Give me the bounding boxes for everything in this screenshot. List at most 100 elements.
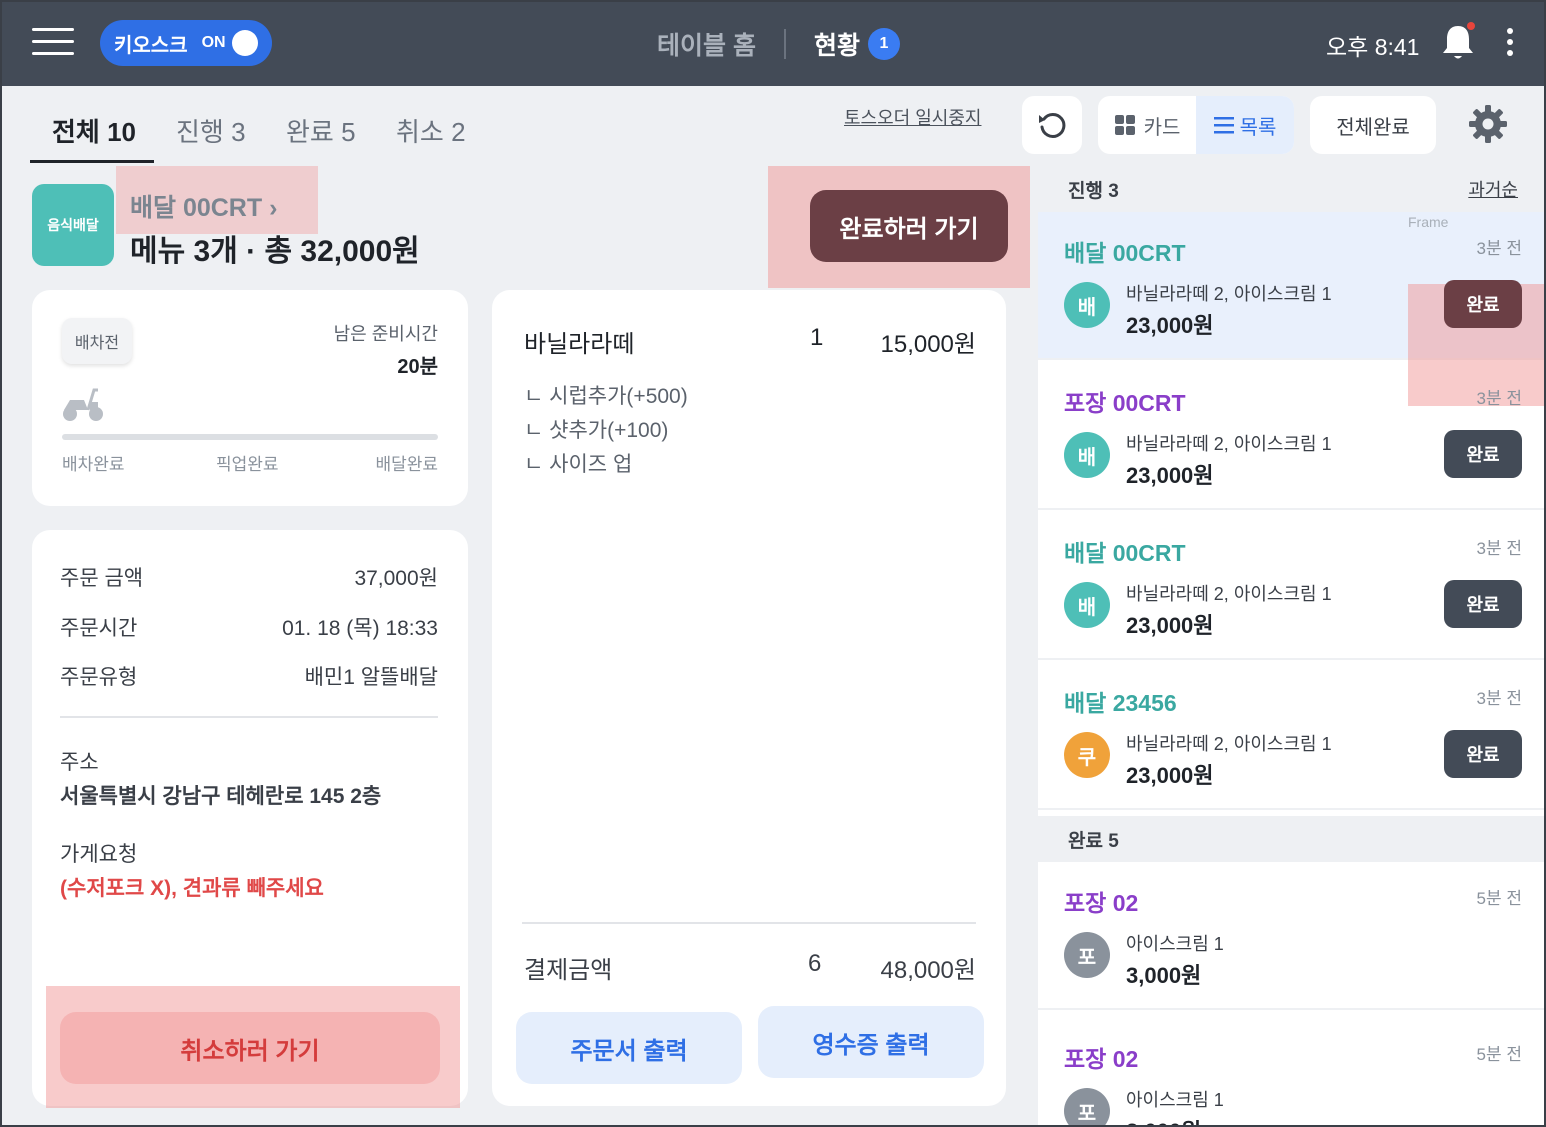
- menu-detail-card: 바닐라라떼 1 15,000원 ㄴ 시럽추가(+500) ㄴ 샷추가(+100)…: [492, 290, 1006, 1106]
- order-list-title: 배달 23456: [1064, 690, 1177, 716]
- tab-done[interactable]: 완료 5: [286, 112, 356, 149]
- payment-total: 48,000원: [880, 957, 977, 984]
- payment-label: 결제금액: [524, 957, 613, 984]
- view-card-button[interactable]: 카드: [1098, 96, 1196, 154]
- order-list-time: 5분 전: [1476, 1045, 1522, 1064]
- go-cancel-button[interactable]: 취소하러 가기: [60, 1012, 440, 1084]
- view-list-button[interactable]: 목록: [1196, 96, 1294, 154]
- order-list-time: 3분 전: [1476, 539, 1522, 558]
- go-complete-button[interactable]: 완료하러 가기: [810, 190, 1008, 262]
- order-list-price: 23,000원: [1126, 463, 1214, 488]
- address-value: 서울특별시 강남구 테헤란로 145 2층: [60, 785, 382, 808]
- tab-cancelled[interactable]: 취소 2: [396, 112, 466, 149]
- grid-icon: [1114, 115, 1135, 135]
- order-type-value: 배민1 알뜰배달: [304, 666, 438, 689]
- order-list-desc: 아이스크림 1: [1126, 934, 1224, 954]
- menu-item-qty: 1: [810, 324, 824, 351]
- order-list-desc: 아이스크림 1: [1126, 1090, 1224, 1110]
- menu-option: ㄴ 샷추가(+100): [524, 419, 669, 442]
- refresh-button[interactable]: [1022, 96, 1082, 154]
- view-card-label: 카드: [1143, 116, 1181, 139]
- section-header-done: 완료 5: [1038, 816, 1544, 862]
- order-list-item[interactable]: 배달 23456 3분 전 쿠 바닐라라떼 2, 아이스크림 1 23,000원 완료: [1038, 662, 1544, 810]
- scooter-icon: [63, 388, 103, 421]
- print-order-button[interactable]: 주문서 출력: [516, 1012, 742, 1084]
- order-source-avatar: 쿠: [1064, 732, 1110, 778]
- gear-icon[interactable]: [1468, 104, 1508, 144]
- menu-option: ㄴ 사이즈 업: [524, 453, 633, 476]
- complete-all-button[interactable]: 전체완료: [1310, 96, 1436, 154]
- complete-order-button[interactable]: 완료: [1444, 430, 1522, 478]
- order-title-link[interactable]: 배달 00CRT ›: [130, 188, 277, 224]
- order-list-item[interactable]: 포장 02 5분 전포 아이스크림 1 3,000원: [1038, 862, 1544, 1010]
- sort-oldest-link[interactable]: 과거순: [1468, 176, 1518, 202]
- frame-label: Frame: [1408, 214, 1449, 230]
- section-title-in-progress: 진행 3: [1068, 181, 1119, 202]
- address-label: 주소: [60, 751, 99, 774]
- complete-order-button[interactable]: 완료: [1444, 580, 1522, 628]
- nav-table-home[interactable]: 테이블 홈: [657, 26, 756, 62]
- refresh-icon: [1039, 112, 1066, 138]
- order-list-title: 포장 02: [1064, 1046, 1139, 1072]
- complete-order-button[interactable]: 완료: [1444, 730, 1522, 778]
- toggle-knob: [231, 30, 258, 56]
- order-list-title: 포장 02: [1064, 890, 1139, 916]
- view-toggle: 카드 목록: [1098, 96, 1294, 154]
- order-list-price: 3,000원: [1126, 963, 1202, 988]
- order-list-item[interactable]: 배달 00CRT 3분 전 배 바닐라라떼 2, 아이스크림 1 23,000원 완료: [1038, 512, 1544, 660]
- order-summary: 메뉴 3개 · 총 32,000원: [130, 235, 420, 268]
- nav-divider: [783, 29, 786, 59]
- order-list-item[interactable]: 포장 00CRT 3분 전 배 바닐라라떼 2, 아이스크림 1 23,000원 완료: [1038, 362, 1544, 510]
- order-list-title: 배달 00CRT: [1064, 540, 1186, 566]
- order-list-title: 배달 00CRT: [1064, 240, 1186, 266]
- dispatch-status-badge: 배차전: [62, 318, 132, 364]
- step-picked-up: 픽업완료: [216, 455, 279, 474]
- order-list-desc: 바닐라라떼 2, 아이스크림 1: [1126, 584, 1332, 604]
- menu-item-price: 15,000원: [880, 331, 977, 358]
- step-delivered: 배달완료: [375, 455, 438, 474]
- payment-qty: 6: [808, 950, 822, 977]
- order-amount-value: 37,000원: [354, 567, 438, 590]
- kiosk-toggle[interactable]: 키오스크 ON: [100, 20, 272, 66]
- step-dispatched: 배차완료: [62, 455, 125, 474]
- hamburger-icon[interactable]: [32, 28, 74, 58]
- menu-option: ㄴ 시럽추가(+500): [524, 385, 688, 408]
- order-list-item[interactable]: 포장 02 5분 전포 아이스크림 1 3,000원: [1038, 1018, 1544, 1125]
- clock: 오후 8:41: [1326, 34, 1420, 60]
- delivery-progress-bar: [62, 434, 438, 440]
- tab-in-progress[interactable]: 진행 3: [176, 112, 246, 149]
- tab-all[interactable]: 전체 10: [52, 112, 136, 149]
- remaining-prep-label: 남은 준비시간: [333, 324, 438, 344]
- remaining-prep-value: 20분: [397, 356, 438, 378]
- complete-order-button[interactable]: 완료: [1444, 280, 1522, 328]
- order-list-price: 23,000원: [1126, 763, 1214, 788]
- store-request-value: (수저포크 X), 견과류 빼주세요: [60, 877, 324, 900]
- order-time-label: 주문시간: [60, 617, 138, 640]
- order-source-avatar: 배: [1064, 282, 1110, 328]
- order-list-price: 23,000원: [1126, 313, 1214, 338]
- divider: [522, 922, 976, 924]
- active-tab-underline: [30, 160, 154, 163]
- pause-order-link[interactable]: 토스오더 일시중지: [844, 104, 981, 130]
- bell-icon[interactable]: [1440, 22, 1476, 62]
- delivery-app-logo: 음식배달: [32, 184, 114, 266]
- order-list-time: 3분 전: [1476, 239, 1522, 258]
- order-list-desc: 바닐라라떼 2, 아이스크림 1: [1126, 734, 1332, 754]
- nav-status-count-badge: 1: [867, 28, 900, 60]
- list-icon: [1213, 117, 1234, 134]
- top-nav: 테이블 홈 현황 1: [657, 24, 900, 64]
- order-source-avatar: 포: [1064, 1088, 1110, 1125]
- order-list-item[interactable]: 배달 00CRT 3분 전 배 바닐라라떼 2, 아이스크림 1 23,000원 완료 Fr…: [1038, 212, 1544, 406]
- print-receipt-button[interactable]: 영수증 출력: [758, 1006, 984, 1078]
- divider: [60, 716, 438, 718]
- top-bar: 키오스크 ON 테이블 홈 현황 1 오후 8:41: [2, 2, 1544, 86]
- order-time-value: 01. 18 (목) 18:33: [282, 617, 438, 640]
- section-title-done: 완료 5: [1068, 831, 1119, 852]
- order-list-price: 3,000원: [1126, 1114, 1201, 1125]
- order-list-desc: 바닐라라떼 2, 아이스크림 1: [1126, 434, 1332, 454]
- nav-status[interactable]: 현황: [814, 26, 860, 62]
- order-list-time: 5분 전: [1476, 889, 1522, 908]
- kebab-icon[interactable]: [1507, 28, 1517, 58]
- order-source-avatar: 포: [1064, 932, 1110, 978]
- app-frame: 키오스크 ON 테이블 홈 현황 1 오후 8:41 전체 10 진행 3 완료…: [0, 0, 1546, 1127]
